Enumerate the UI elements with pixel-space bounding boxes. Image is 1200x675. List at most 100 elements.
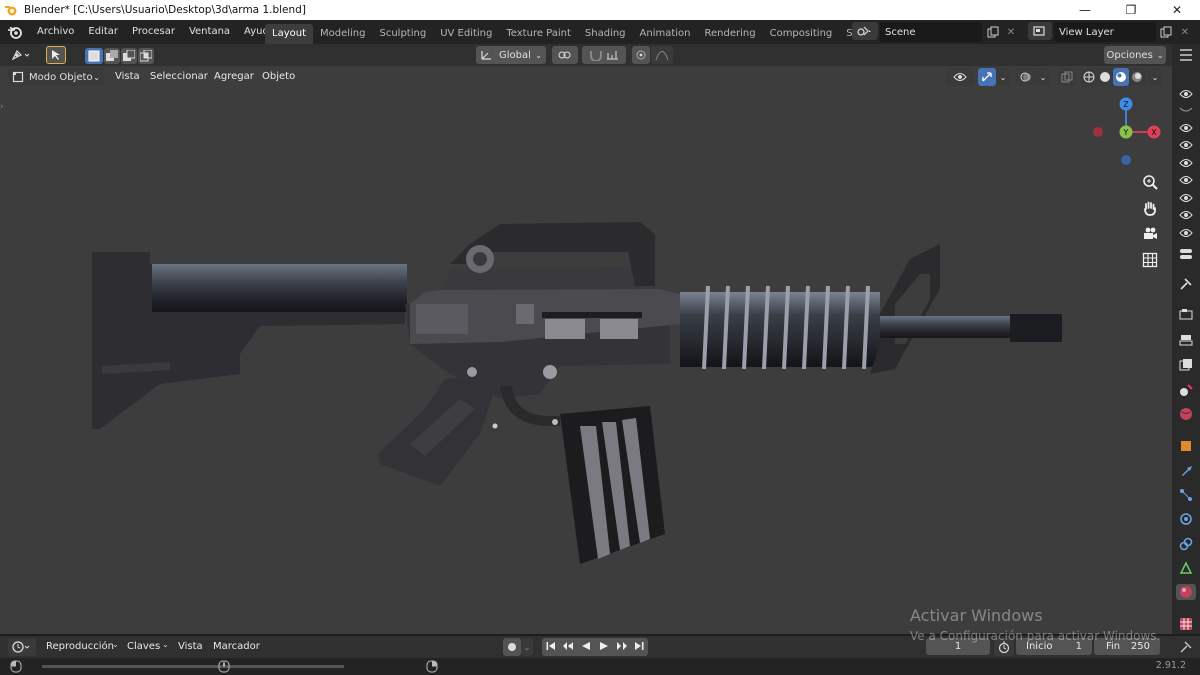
eye-closed-icon[interactable] (1178, 102, 1194, 118)
snap-group[interactable] (582, 46, 626, 64)
tab-modeling[interactable]: Modeling (313, 24, 373, 44)
eye-icon[interactable] (1178, 207, 1194, 223)
proportional-edit-button[interactable] (632, 46, 650, 64)
keying-dropdown[interactable]: ⌄ (521, 638, 533, 656)
menu-claves[interactable]: Claves (127, 638, 160, 656)
3d-viewport[interactable]: Global ⌄ Opciones ⌄ Modo Objeto ⌄ Vista … (0, 44, 1172, 634)
close-button[interactable]: ✕ (1154, 0, 1200, 20)
maximize-button[interactable]: ❐ (1108, 0, 1154, 20)
editor-type-button[interactable] (8, 46, 36, 64)
transform-orientation-dropdown[interactable]: Global ⌄ (476, 46, 546, 64)
menu-agregar[interactable]: Agregar (214, 68, 254, 86)
menu-marcador[interactable]: Marcador (213, 638, 260, 656)
eye-icon[interactable] (1178, 137, 1194, 153)
menu-vista-timeline[interactable]: Vista (178, 638, 203, 656)
timeline-tools-icon[interactable] (1178, 639, 1194, 655)
select-extend-icon[interactable] (103, 48, 120, 64)
timeline-editor-type-button[interactable] (8, 638, 36, 656)
toolbar-expand-icon[interactable]: › (0, 102, 4, 112)
render-properties-icon[interactable] (1178, 306, 1194, 322)
select-intersect-icon[interactable] (137, 48, 154, 64)
interaction-mode-dropdown[interactable]: Modo Objeto ⌄ (8, 68, 104, 86)
visibility-dropdown[interactable] (946, 68, 974, 86)
physics-properties-icon[interactable] (1178, 511, 1194, 527)
tab-layout[interactable]: Layout (265, 24, 313, 44)
menu-editar[interactable]: Editar (81, 20, 125, 44)
constraints-properties-icon[interactable] (1178, 536, 1194, 552)
xray-toggle-button[interactable] (1058, 68, 1076, 86)
timeline-scrollbar[interactable] (42, 665, 344, 668)
tab-sculpting[interactable]: Sculpting (373, 24, 434, 44)
menu-procesar[interactable]: Procesar (125, 20, 182, 44)
tab-texture-paint[interactable]: Texture Paint (499, 24, 578, 44)
falloff-dropdown[interactable] (651, 46, 673, 64)
pivot-point-dropdown[interactable] (552, 46, 578, 64)
eye-icon[interactable] (1178, 190, 1194, 206)
object-properties-icon[interactable] (1178, 438, 1194, 454)
jump-keyframe-forward-icon[interactable] (613, 641, 631, 654)
blender-logo-icon[interactable] (0, 20, 30, 44)
overlays-toggle-button[interactable] (1016, 68, 1036, 86)
solid-shading-icon[interactable] (1097, 68, 1113, 86)
tool-settings-icon[interactable] (1178, 276, 1194, 292)
scene-copy-icon[interactable] (985, 23, 1001, 41)
modifier-properties-icon[interactable] (1178, 462, 1194, 478)
menu-reproduccion[interactable]: Reproducción (46, 638, 114, 656)
play-reverse-icon[interactable] (577, 641, 595, 654)
auto-keying-button[interactable] (503, 638, 521, 656)
scene-name-field[interactable]: Scene (880, 22, 982, 42)
scene-browse-button[interactable] (852, 22, 878, 40)
minimize-button[interactable]: — (1062, 0, 1108, 20)
view-layer-browse-button[interactable] (1028, 22, 1052, 40)
pan-view-button[interactable] (1140, 198, 1160, 218)
tab-compositing[interactable]: Compositing (763, 24, 840, 44)
play-icon[interactable] (595, 641, 613, 654)
particles-properties-icon[interactable] (1178, 487, 1194, 503)
options-dropdown[interactable]: Opciones ⌄ (1104, 46, 1166, 64)
output-properties-icon[interactable] (1178, 332, 1194, 348)
scene-remove-icon[interactable]: ✕ (1004, 23, 1018, 41)
select-tool-button[interactable] (46, 46, 66, 64)
eye-icon[interactable] (1178, 172, 1194, 188)
menu-vista[interactable]: Vista (115, 68, 140, 86)
gizmo-toggle-button[interactable] (978, 68, 996, 86)
camera-view-button[interactable] (1140, 224, 1160, 244)
gizmo-neg-z-icon[interactable] (1121, 155, 1131, 165)
jump-keyframe-back-icon[interactable] (560, 641, 578, 654)
rifle-model[interactable] (80, 194, 1070, 574)
material-properties-icon[interactable] (1176, 584, 1196, 600)
menu-archivo[interactable]: Archivo (30, 20, 81, 44)
world-properties-icon[interactable] (1178, 406, 1194, 422)
scene-properties-icon[interactable] (1178, 382, 1194, 398)
eye-icon[interactable] (1178, 155, 1194, 171)
tab-shading[interactable]: Shading (578, 24, 633, 44)
zoom-view-button[interactable] (1140, 172, 1160, 192)
menu-objeto[interactable]: Objeto (262, 68, 295, 86)
object-data-properties-icon[interactable] (1178, 560, 1194, 576)
shading-dropdown[interactable]: ⌄ (1148, 68, 1162, 86)
outliner-icon[interactable] (1178, 47, 1194, 63)
select-subtract-icon[interactable] (120, 48, 137, 64)
overlays-dropdown[interactable]: ⌄ (1036, 68, 1050, 86)
eye-icon[interactable] (1178, 86, 1194, 102)
jump-start-icon[interactable] (542, 641, 560, 654)
material-shading-icon[interactable] (1113, 68, 1129, 86)
gizmo-dropdown[interactable]: ⌄ (996, 68, 1010, 86)
tab-animation[interactable]: Animation (633, 24, 698, 44)
menu-ventana[interactable]: Ventana (182, 20, 237, 44)
wireframe-shading-icon[interactable] (1081, 68, 1097, 86)
view-layer-field[interactable]: View Layer (1054, 22, 1156, 42)
rendered-shading-icon[interactable] (1129, 68, 1145, 86)
navigation-gizmo[interactable]: Z X Y (1088, 96, 1166, 172)
view-layer-remove-icon[interactable]: ✕ (1178, 23, 1192, 41)
menu-seleccionar[interactable]: Seleccionar (150, 68, 208, 86)
select-new-icon[interactable] (84, 48, 103, 64)
gizmo-neg-x-icon[interactable] (1093, 127, 1103, 137)
properties-toggle-icon[interactable] (1178, 246, 1194, 262)
tab-rendering[interactable]: Rendering (698, 24, 763, 44)
jump-end-icon[interactable] (630, 641, 648, 654)
ortho-toggle-button[interactable] (1140, 250, 1160, 270)
eye-icon[interactable] (1178, 120, 1194, 136)
view-layer-properties-icon[interactable] (1178, 357, 1194, 373)
eye-icon[interactable] (1178, 225, 1194, 241)
